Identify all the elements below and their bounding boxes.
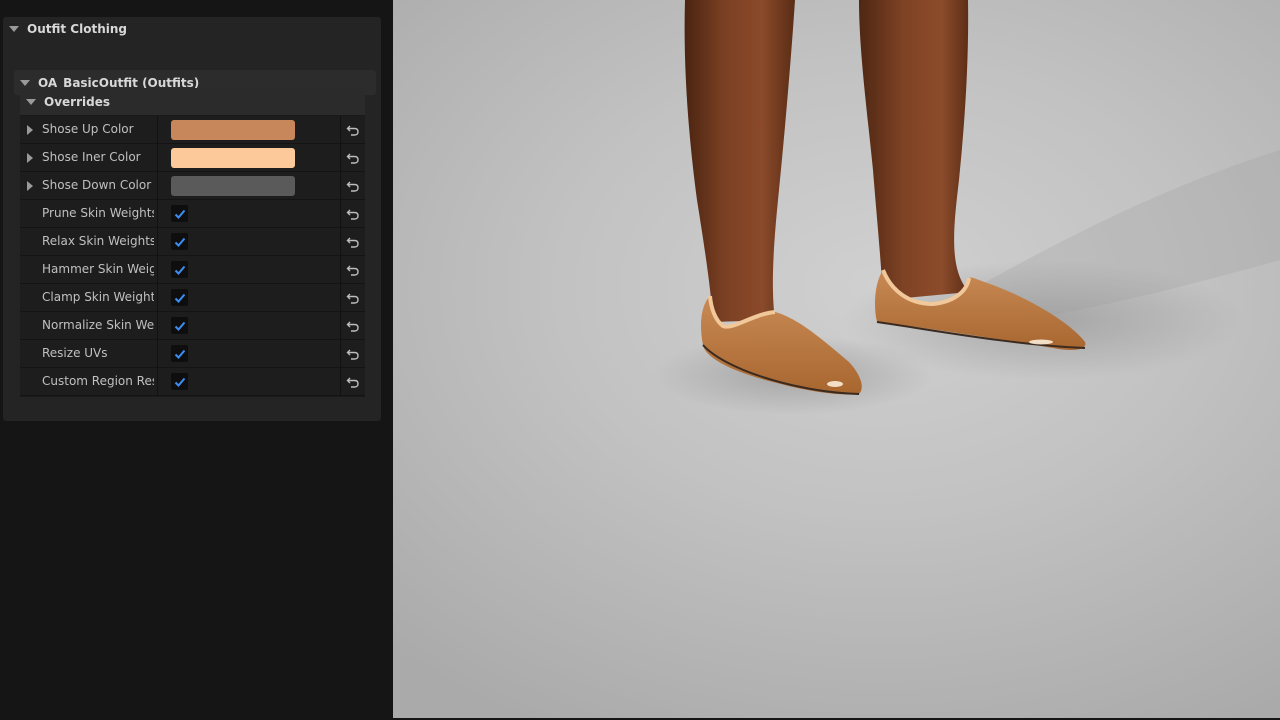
- overrides-group: Overrides Shose Up Color Shose Iner Color…: [20, 88, 365, 397]
- color-swatch[interactable]: [171, 148, 295, 168]
- reset-to-default-icon[interactable]: [346, 207, 360, 221]
- column-divider: [157, 312, 158, 339]
- reset-to-default-icon[interactable]: [346, 179, 360, 193]
- checkbox[interactable]: [171, 373, 188, 390]
- property-label: Hammer Skin Weig...: [42, 262, 154, 276]
- column-divider: [157, 144, 158, 171]
- expand-arrow-icon[interactable]: [27, 181, 33, 191]
- reset-to-default-icon[interactable]: [346, 123, 360, 137]
- checkbox[interactable]: [171, 205, 188, 222]
- override-row-color: Shose Iner Color: [20, 144, 365, 172]
- checkmark-icon: [174, 321, 185, 331]
- column-divider: [340, 256, 341, 283]
- property-label: Clamp Skin Weights: [42, 290, 154, 304]
- column-divider: [157, 200, 158, 227]
- column-divider: [157, 284, 158, 311]
- checkmark-icon: [174, 377, 185, 387]
- property-label: Shose Iner Color: [42, 150, 141, 164]
- override-row-checkbox: Custom Region Resi...: [20, 368, 365, 396]
- property-label: Shose Up Color: [42, 122, 134, 136]
- checkmark-icon: [174, 209, 185, 219]
- override-row-checkbox: Prune Skin Weights: [20, 200, 365, 228]
- viewport-render: [653, 0, 1280, 415]
- column-divider: [340, 116, 341, 143]
- column-divider: [340, 284, 341, 311]
- override-row-checkbox: Normalize Skin Wei...: [20, 312, 365, 340]
- checkmark-icon: [174, 265, 185, 275]
- 3d-viewport[interactable]: [393, 0, 1280, 718]
- left-shoe-highlight: [827, 381, 843, 387]
- overrides-title: Overrides: [44, 94, 110, 109]
- checkmark-icon: [174, 237, 185, 247]
- expand-arrow-icon[interactable]: [27, 125, 33, 135]
- checkbox[interactable]: [171, 317, 188, 334]
- property-label: Normalize Skin Wei...: [42, 318, 154, 332]
- color-swatch[interactable]: [171, 176, 295, 196]
- reset-to-default-icon[interactable]: [346, 375, 360, 389]
- right-leg: [859, 0, 969, 300]
- override-row-color: Shose Down Color: [20, 172, 365, 200]
- property-label: Relax Skin Weights: [42, 234, 154, 248]
- reset-to-default-icon[interactable]: [346, 151, 360, 165]
- property-label: Shose Down Color: [42, 178, 152, 192]
- property-label: Resize UVs: [42, 346, 108, 360]
- property-label: Custom Region Resi...: [42, 374, 154, 388]
- column-divider: [340, 312, 341, 339]
- override-row-checkbox: Relax Skin Weights: [20, 228, 365, 256]
- checkmark-icon: [174, 349, 185, 359]
- column-divider: [340, 368, 341, 395]
- collapse-arrow-icon: [26, 98, 36, 105]
- reset-to-default-icon[interactable]: [346, 291, 360, 305]
- column-divider: [157, 340, 158, 367]
- column-divider: [157, 172, 158, 199]
- reset-to-default-icon[interactable]: [346, 235, 360, 249]
- column-divider: [340, 340, 341, 367]
- overrides-header[interactable]: Overrides: [20, 88, 365, 115]
- property-label: Prune Skin Weights: [42, 206, 154, 220]
- column-divider: [157, 368, 158, 395]
- collapse-arrow-icon: [9, 26, 19, 32]
- right-shoe-highlight: [1029, 339, 1053, 345]
- checkbox[interactable]: [171, 261, 188, 278]
- column-divider: [157, 116, 158, 143]
- checkmark-icon: [174, 293, 185, 303]
- collapse-arrow-icon: [20, 79, 30, 86]
- override-row-checkbox: Resize UVs: [20, 340, 365, 368]
- left-leg: [684, 0, 795, 322]
- checkbox[interactable]: [171, 345, 188, 362]
- column-divider: [340, 144, 341, 171]
- column-divider: [340, 172, 341, 199]
- override-row-checkbox: Clamp Skin Weights: [20, 284, 365, 312]
- column-divider: [157, 228, 158, 255]
- checkbox[interactable]: [171, 233, 188, 250]
- details-panel: Outfit Clothing OA_BasicOutfit (Outfits)…: [0, 0, 392, 720]
- override-row-checkbox: Hammer Skin Weig...: [20, 256, 365, 284]
- section-title: Outfit Clothing: [27, 22, 127, 36]
- reset-to-default-icon[interactable]: [346, 263, 360, 277]
- outfit-clothing-header[interactable]: Outfit Clothing: [9, 17, 127, 41]
- column-divider: [340, 228, 341, 255]
- expand-arrow-icon[interactable]: [27, 153, 33, 163]
- color-swatch[interactable]: [171, 120, 295, 140]
- override-row-color: Shose Up Color: [20, 116, 365, 144]
- checkbox[interactable]: [171, 289, 188, 306]
- column-divider: [157, 256, 158, 283]
- reset-to-default-icon[interactable]: [346, 319, 360, 333]
- reset-to-default-icon[interactable]: [346, 347, 360, 361]
- column-divider: [340, 200, 341, 227]
